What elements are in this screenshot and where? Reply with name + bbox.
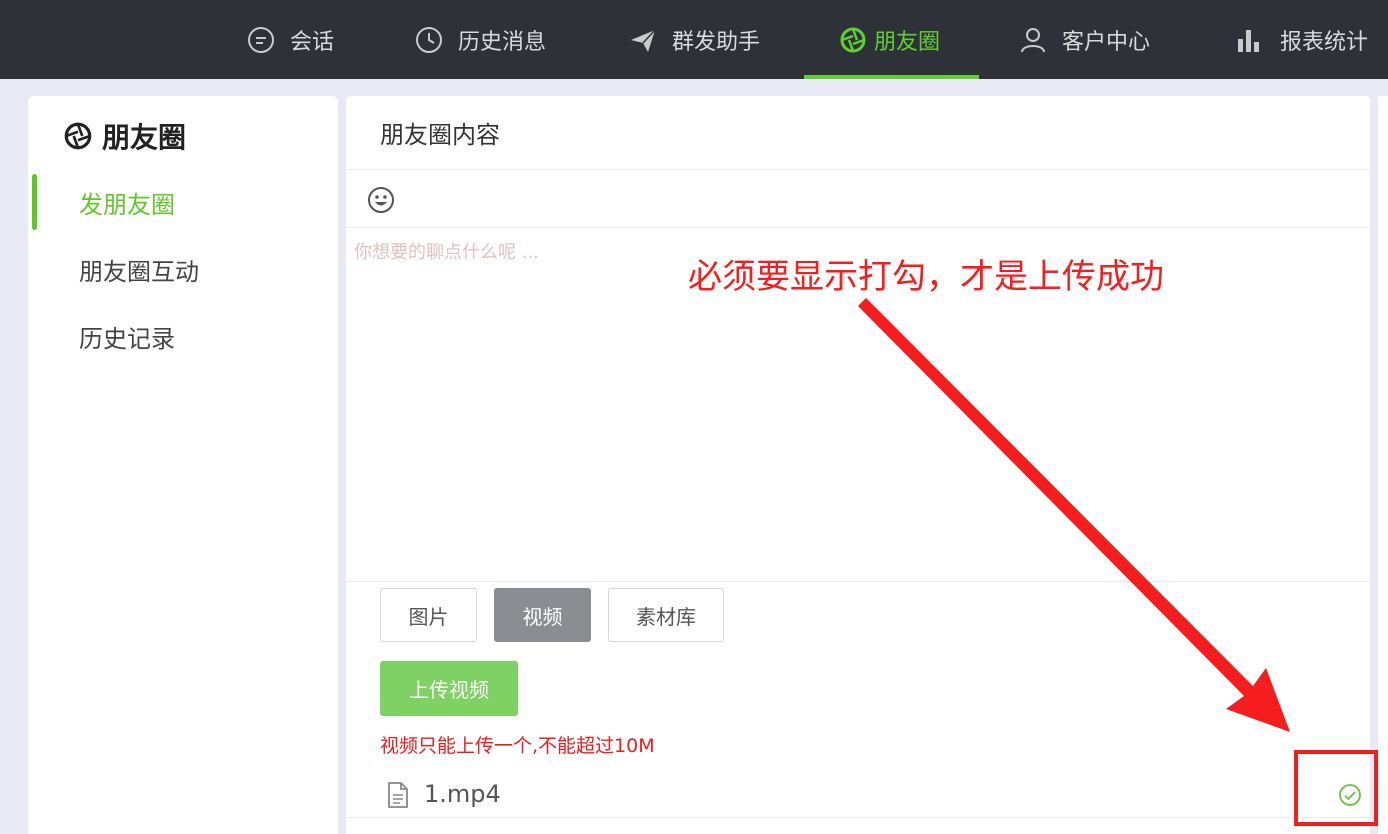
moment-editor-panel: 朋友圈内容 图片 视频 素材库 上传视频 视频只能上传一个,不能超过10M 1.…: [346, 96, 1370, 834]
aperture-icon: [62, 120, 94, 152]
nav-item-reports[interactable]: 报表统计: [1234, 0, 1368, 79]
chat-bubble-icon: [246, 25, 276, 55]
sidebar-item-history[interactable]: 历史记录: [28, 306, 338, 366]
tab-label: 图片: [408, 604, 449, 629]
sidebar: 朋友圈 发朋友圈 朋友圈互动 历史记录: [28, 96, 338, 834]
tab-images[interactable]: 图片: [380, 588, 477, 642]
sidebar-item-label: 历史记录: [79, 324, 175, 353]
nav-item-chat[interactable]: 会话: [246, 0, 334, 79]
panel-title: 朋友圈内容: [346, 96, 1370, 170]
sidebar-title: 朋友圈: [62, 118, 186, 154]
nav-item-label: 历史消息: [458, 29, 547, 55]
paper-plane-icon: [628, 25, 658, 55]
tab-video[interactable]: 视频: [494, 588, 591, 642]
check-circle-icon: [1338, 783, 1362, 807]
clock-icon: [414, 25, 444, 55]
user-icon: [1018, 25, 1048, 55]
uploaded-file-row[interactable]: 1.mp4: [346, 772, 1370, 818]
editor-toolbar: [346, 170, 1370, 228]
aperture-icon: [838, 25, 868, 55]
sidebar-item-post-moment[interactable]: 发朋友圈: [28, 172, 338, 232]
active-tab-indicator: [804, 75, 979, 79]
top-navigation-bar: 会话 历史消息 群发助手 朋友圈 客户中心 报表统计: [0, 0, 1388, 79]
tab-label: 视频: [522, 604, 563, 629]
nav-item-label: 客户中心: [1062, 29, 1151, 55]
sidebar-item-moment-interactions[interactable]: 朋友圈互动: [28, 239, 338, 299]
nav-item-label: 会话: [290, 29, 335, 55]
nav-item-label: 朋友圈: [874, 29, 941, 55]
sidebar-item-label: 发朋友圈: [79, 190, 175, 219]
file-name: 1.mp4: [424, 780, 501, 808]
sidebar-title-label: 朋友圈: [102, 121, 187, 154]
upload-video-button[interactable]: 上传视频: [380, 661, 518, 716]
tab-material-library[interactable]: 素材库: [608, 588, 724, 642]
annotation-note: 必须要显示打勾，才是上传成功: [688, 257, 1164, 297]
nav-item-customers[interactable]: 客户中心: [1018, 0, 1150, 79]
upload-hint: 视频只能上传一个,不能超过10M: [380, 735, 655, 757]
tab-label: 素材库: [636, 604, 696, 629]
nav-item-broadcast[interactable]: 群发助手: [628, 0, 760, 79]
nav-item-moments[interactable]: 朋友圈: [838, 0, 940, 79]
sidebar-item-label: 朋友圈互动: [79, 257, 199, 286]
document-icon: [387, 782, 409, 808]
nav-item-history[interactable]: 历史消息: [414, 0, 546, 79]
smiley-icon[interactable]: [366, 185, 396, 215]
nav-item-label: 群发助手: [672, 29, 761, 55]
bar-chart-icon: [1234, 25, 1264, 55]
right-panel-edge: [1378, 96, 1388, 834]
nav-item-label: 报表统计: [1280, 29, 1369, 55]
